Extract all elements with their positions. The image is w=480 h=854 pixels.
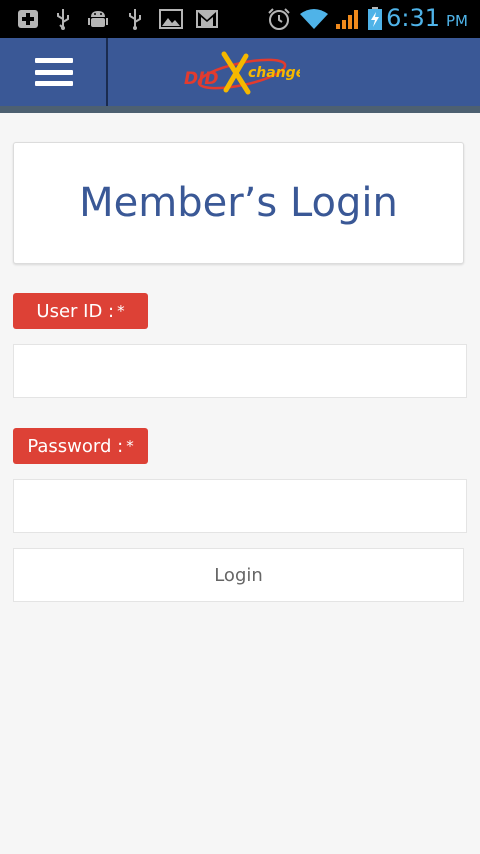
- password-label-text: Password :: [27, 435, 124, 457]
- app-bar-shadow: [0, 106, 480, 113]
- status-bar: 6:31 PM: [0, 0, 480, 38]
- svg-text:change: change: [248, 65, 300, 81]
- add-notification-icon: [16, 8, 40, 30]
- user-id-label-text: User ID :: [36, 300, 115, 322]
- password-input[interactable]: [13, 479, 467, 533]
- didxchange-logo: DID change: [180, 44, 305, 100]
- svg-text:DID: DID: [184, 69, 219, 89]
- battery-charging-icon: [366, 7, 384, 30]
- usb-icon: [52, 8, 74, 30]
- required-mark: *: [126, 437, 134, 455]
- user-id-label: User ID : *: [13, 293, 148, 329]
- password-label: Password : *: [13, 428, 148, 464]
- gmail-icon: [194, 8, 220, 30]
- clock-ampm: PM: [446, 12, 468, 30]
- wifi-icon: [298, 8, 330, 30]
- clock-time: 6:31: [386, 4, 440, 32]
- image-icon: [158, 8, 184, 30]
- alarm-icon: [266, 8, 292, 30]
- user-id-input[interactable]: [13, 344, 467, 398]
- required-mark: *: [117, 302, 125, 320]
- login-button[interactable]: Login: [13, 548, 464, 602]
- page-title: Member’s Login: [79, 180, 398, 226]
- hamburger-menu-icon: [34, 58, 73, 86]
- android-debug-icon: [86, 8, 110, 30]
- app-bar-divider: [106, 38, 108, 106]
- login-title-card: Member’s Login: [13, 142, 464, 264]
- signal-icon: [334, 8, 362, 30]
- usb-icon: [124, 8, 146, 30]
- app-bar: DID change: [0, 38, 480, 106]
- clock: 6:31 PM: [386, 4, 468, 34]
- menu-button[interactable]: [0, 38, 107, 106]
